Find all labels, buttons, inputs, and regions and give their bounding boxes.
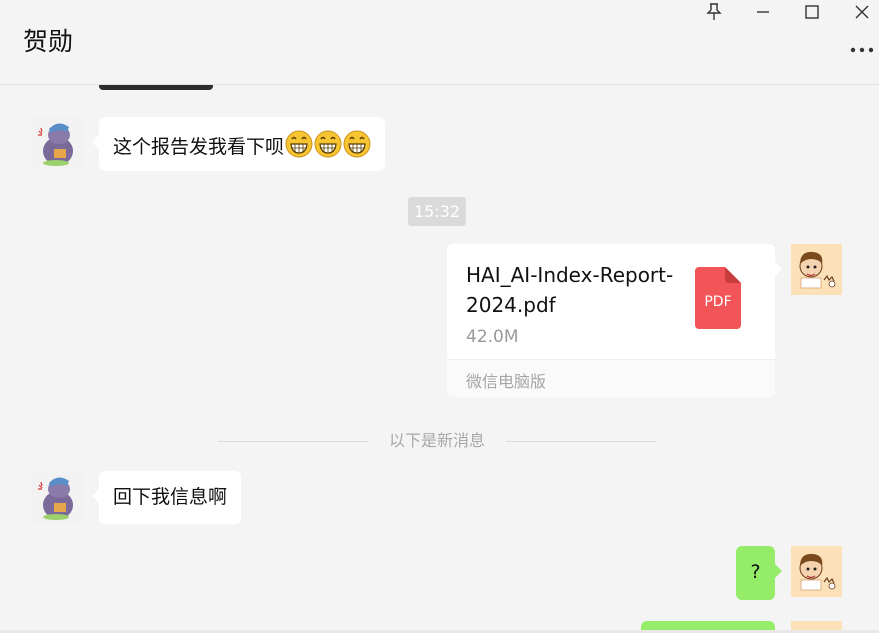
close-icon	[855, 5, 869, 19]
message-text: ?	[750, 561, 761, 583]
file-size: 42.0M	[466, 327, 519, 347]
contact-name-title: 贺勋	[23, 27, 74, 56]
message-text: 这个报告发我看下呗	[113, 136, 285, 158]
grin-emoji-icon	[343, 130, 371, 158]
received-message-bubble[interactable]: 这个报告发我看下呗	[91, 117, 386, 171]
more-options-button[interactable]	[847, 38, 877, 62]
chat-message-area[interactable]: 这个报告发我看下呗 15:32 HAI_AI-Index-Report-2024…	[0, 85, 879, 633]
divider-line	[506, 441, 656, 442]
contact-avatar[interactable]	[32, 471, 83, 522]
chat-header: 贺勋	[0, 0, 879, 85]
my-avatar[interactable]	[791, 244, 842, 295]
previous-message-edge	[99, 85, 213, 90]
maximize-icon	[805, 5, 819, 19]
pin-icon	[706, 3, 722, 20]
file-source-label: 微信电脑版	[466, 372, 547, 391]
more-dots-icon	[850, 47, 874, 53]
file-name: HAI_AI-Index-Report-2024.pdf	[466, 263, 674, 317]
file-message-card[interactable]: HAI_AI-Index-Report-2024.pdf 42.0M PDF 微…	[447, 244, 782, 397]
new-messages-divider: 以下是新消息	[218, 431, 656, 451]
grin-emoji-icon	[314, 130, 342, 158]
timestamp-label: 15:32	[408, 197, 466, 226]
sent-message-bubble[interactable]: ?	[736, 546, 782, 600]
received-message-bubble[interactable]: 回下我信息啊	[91, 471, 242, 524]
grin-emoji-icon	[285, 130, 313, 158]
file-source-footer: 微信电脑版	[447, 359, 775, 397]
maximize-button[interactable]	[797, 0, 827, 24]
my-avatar[interactable]	[791, 546, 842, 597]
pdf-file-icon: PDF	[695, 267, 741, 329]
pdf-badge-label: PDF	[704, 294, 732, 310]
contact-avatar[interactable]	[32, 117, 83, 168]
message-text: 回下我信息啊	[113, 486, 228, 508]
minimize-button[interactable]	[748, 0, 778, 24]
pin-button[interactable]	[699, 0, 729, 24]
close-button[interactable]	[847, 0, 877, 24]
minimize-icon	[757, 11, 769, 13]
